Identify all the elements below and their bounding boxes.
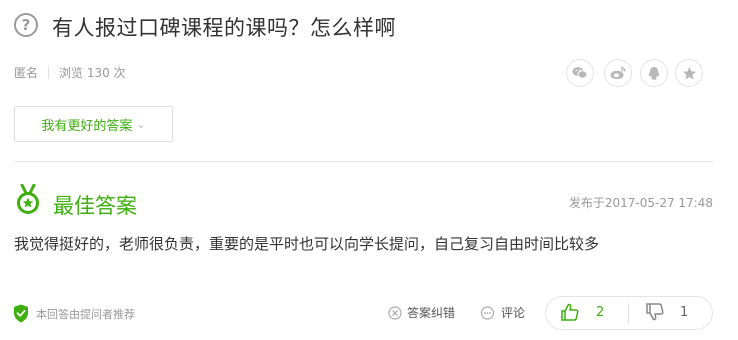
share-qq-button[interactable] <box>640 59 668 87</box>
publish-date: 发布于2017-05-27 17:48 <box>568 196 713 210</box>
upvote-count: 2 <box>596 304 605 320</box>
answer-text: 我觉得挺好的，老师很负责，重要的是平时也可以向学长提问，自己复习自由时间比较多 <box>14 235 600 253</box>
qq-icon <box>648 66 660 80</box>
comment-label: 评论 <box>501 306 526 320</box>
vote-divider <box>628 302 629 324</box>
star-icon <box>682 66 696 79</box>
question-icon: ? <box>14 13 38 37</box>
question-title: 有人报过口碑课程的课吗？怎么样啊 <box>52 16 396 40</box>
comment-icon <box>480 305 495 320</box>
answer-correction-button[interactable]: 答案纠错 <box>388 304 455 321</box>
meta-divider <box>48 67 50 79</box>
recommend-note: 本回答由提问者推荐 <box>36 308 135 321</box>
share-wechat-button[interactable] <box>566 59 594 87</box>
downvote-button[interactable]: 1 <box>645 302 688 322</box>
better-answer-label: 我有更好的答案 <box>41 118 133 134</box>
thumbs-up-icon <box>561 303 579 321</box>
downvote-count: 1 <box>680 304 689 320</box>
medal-icon <box>17 184 39 214</box>
question-meta: 匿名 浏览 130 次 <box>14 64 126 81</box>
thumbs-down-icon <box>646 303 664 321</box>
author-name: 匿名 <box>14 66 39 80</box>
wechat-icon <box>572 67 588 79</box>
upvote-button[interactable]: 2 <box>560 302 604 322</box>
share-weibo-button[interactable] <box>604 59 632 87</box>
weibo-icon <box>610 66 626 80</box>
view-count: 浏览 130 次 <box>59 66 126 80</box>
chevron-down-icon: ⌄ <box>136 117 146 131</box>
answer-correction-label: 答案纠错 <box>407 306 456 320</box>
comment-button[interactable]: 评论 <box>480 304 525 321</box>
close-circle-icon <box>388 305 402 320</box>
section-divider <box>14 161 713 162</box>
shield-check-icon <box>14 304 28 323</box>
best-answer-heading: 最佳答案 <box>53 194 137 218</box>
favorite-button[interactable] <box>675 59 703 87</box>
better-answer-button[interactable]: 我有更好的答案 ⌄ <box>14 106 173 142</box>
